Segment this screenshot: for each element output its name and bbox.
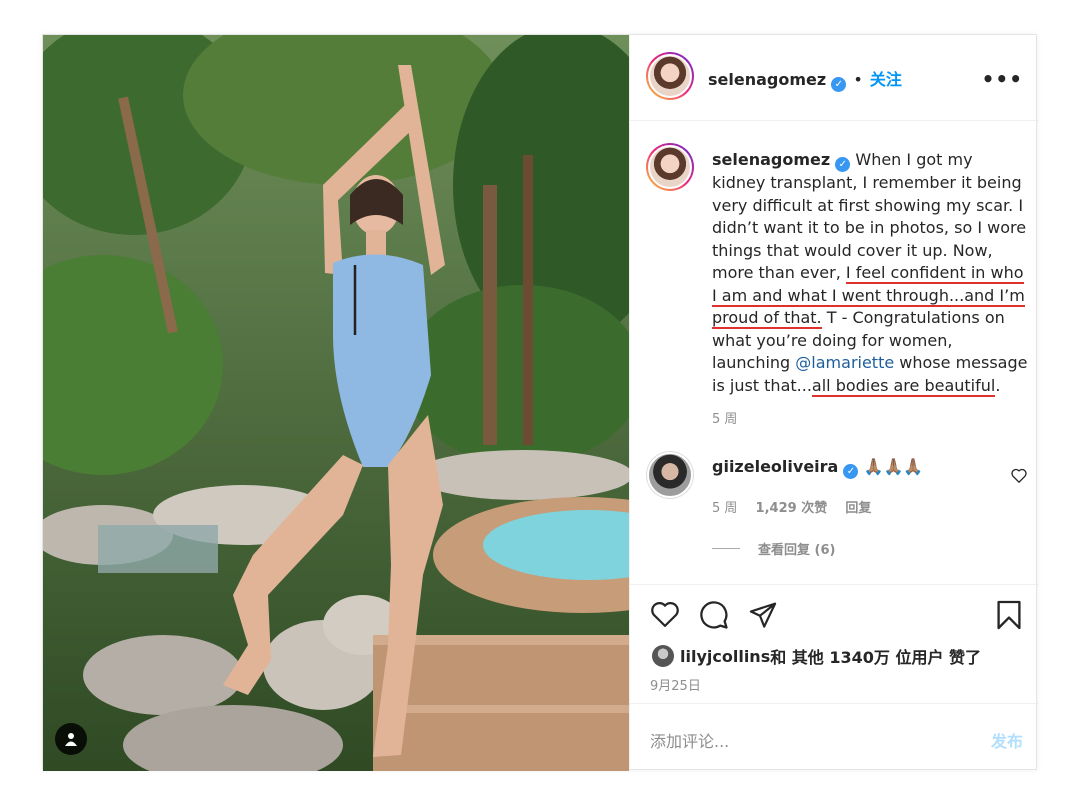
liker-avatar[interactable] — [652, 645, 674, 667]
verified-badge-icon: ✓ — [843, 464, 859, 479]
caption-highlight-2: all bodies are beautiful — [811, 375, 996, 397]
comment-likes[interactable]: 1,429 次赞 — [756, 501, 828, 516]
caption-time[interactable]: 5 周 — [712, 409, 1030, 432]
verified-badge-icon: ✓ — [831, 77, 847, 92]
replies-divider — [712, 548, 740, 549]
caption-mention[interactable]: @lamariette — [795, 353, 894, 372]
verified-badge-icon: ✓ — [835, 157, 851, 172]
comment-box: 添加评论... 发布 — [630, 703, 1039, 772]
post-header: selenagomez ✓ • 关注 ••• — [630, 35, 1039, 121]
likes-rest[interactable]: 和 其他 1340万 位用户 赞了 — [770, 644, 981, 668]
liker-username[interactable]: lilyjcollins — [680, 647, 770, 666]
header-dot: • — [853, 70, 863, 89]
comment-input[interactable]: 添加评论... — [650, 728, 729, 752]
post-caption: selenagomez ✓ When I got my kidney trans… — [712, 149, 1030, 432]
comment-meta: 5 周 1,429 次赞 回复 — [712, 497, 871, 516]
comment-time[interactable]: 5 周 — [712, 501, 737, 516]
post-comment-button[interactable]: 发布 — [991, 728, 1023, 752]
comment-like-heart-icon[interactable] — [1011, 468, 1027, 483]
view-replies[interactable]: 查看回复 (6) — [712, 539, 835, 558]
comment-reply-button[interactable]: 回复 — [845, 501, 871, 516]
heart-icon[interactable] — [650, 600, 680, 628]
author-avatar[interactable] — [646, 52, 694, 100]
header-username[interactable]: selenagomez — [708, 70, 826, 89]
user-tag-icon — [65, 733, 77, 746]
comment-username[interactable]: giizeleoliveira — [712, 457, 838, 476]
caption-text-4: . — [995, 375, 1001, 395]
comment-text: 🙏🏽🙏🏽🙏🏽 — [863, 457, 924, 476]
follow-button[interactable]: 关注 — [870, 70, 902, 89]
share-icon[interactable] — [748, 600, 778, 629]
likes-summary: lilyjcollins 和 其他 1340万 位用户 赞了 — [652, 644, 981, 668]
post-actions: lilyjcollins 和 其他 1340万 位用户 赞了 9月25日 添加评… — [630, 584, 1039, 771]
more-options-icon[interactable]: ••• — [982, 67, 1023, 91]
post-photo[interactable] — [43, 35, 629, 771]
photo-illustration — [43, 35, 629, 771]
commenter-avatar[interactable] — [646, 451, 694, 499]
post-card: selenagomez ✓ • 关注 ••• selenagomez ✓ Whe… — [42, 34, 1039, 771]
bookmark-icon[interactable] — [996, 599, 1022, 631]
user-tag-button[interactable] — [55, 723, 87, 755]
view-replies-label[interactable]: 查看回复 (6) — [758, 539, 835, 558]
post-side-panel: selenagomez ✓ • 关注 ••• selenagomez ✓ Whe… — [629, 35, 1039, 771]
caption-username[interactable]: selenagomez — [712, 150, 830, 169]
post-date[interactable]: 9月25日 — [650, 675, 701, 694]
caption-avatar[interactable] — [646, 143, 694, 191]
comment-line: giizeleoliveira ✓ 🙏🏽🙏🏽🙏🏽 — [712, 457, 923, 479]
comment-icon[interactable] — [699, 600, 729, 630]
